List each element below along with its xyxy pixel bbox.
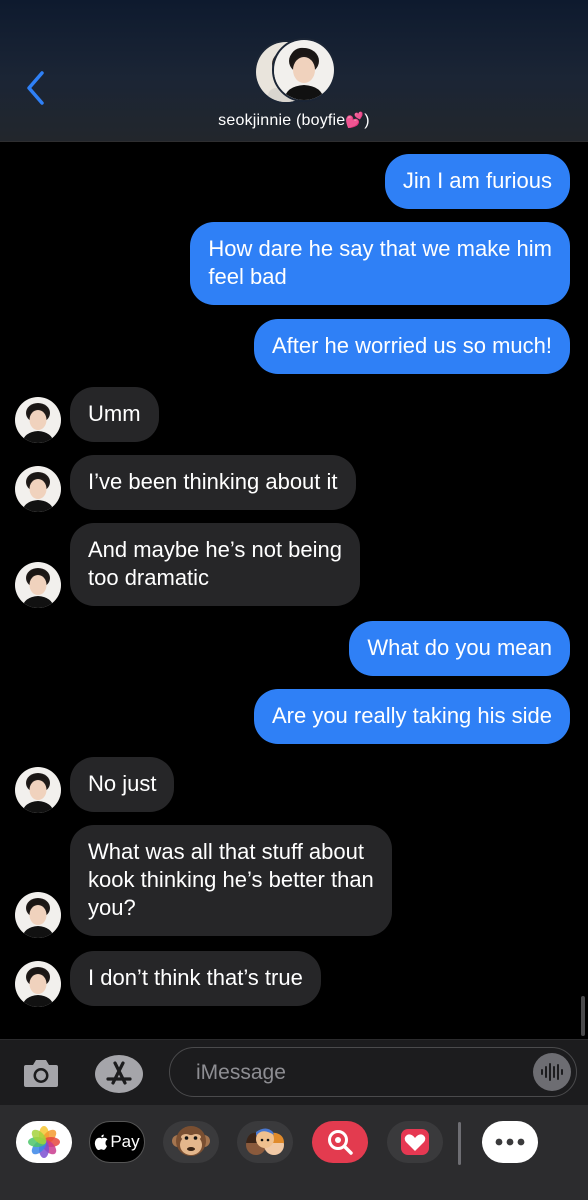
heart-emoji: 💕 [345,112,365,129]
memoji-button[interactable] [237,1121,293,1163]
message-bubble-sent[interactable]: How dare he say that we make him feel ba… [190,222,570,305]
monkey-animoji-button[interactable] [163,1121,219,1163]
contact-avatar [272,38,336,102]
audio-message-button[interactable] [533,1053,571,1091]
message-bubble-sent[interactable]: Are you really taking his side [253,689,570,744]
camera-icon [24,1060,58,1087]
contact-avatar-small[interactable] [15,562,61,608]
message-thread[interactable]: Jin I am furious How dare he say that we… [0,141,588,1039]
message-input-placeholder: iMessage [196,1061,286,1084]
photos-app-button[interactable] [16,1121,72,1163]
message-input[interactable]: iMessage [169,1047,577,1097]
message-bubble-sent[interactable]: After he worried us so much! [253,319,570,374]
message-bubble-received[interactable]: And maybe he’s not being too dramatic [70,523,360,606]
waveform-icon [541,1063,563,1081]
contact-name-suffix: ) [364,112,370,129]
contact-avatar-small[interactable] [15,397,61,443]
app-drawer-divider [458,1122,461,1165]
imessage-app-drawer: Pay [0,1105,588,1200]
contact-avatar-small[interactable] [15,466,61,512]
message-bubble-received[interactable]: Umm [70,387,159,442]
message-bubble-received[interactable]: No just [70,757,175,812]
monkey-animoji-icon [172,1126,210,1156]
message-bubble-received[interactable]: I don’t think that’s true [70,951,321,1006]
contact-avatar-small[interactable] [15,767,61,813]
contact-avatar-small[interactable] [15,892,61,938]
image-search-button[interactable] [312,1121,368,1163]
apple-pay-label: Pay [110,1132,140,1151]
chevron-left-icon [27,71,44,105]
message-bubble-received[interactable]: What was all that stuff about kook think… [70,825,392,936]
contact-name[interactable]: seokjinnie (boyfie💕) [0,111,588,130]
message-bubble-received[interactable]: I’ve been thinking about it [70,455,356,510]
contact-name-text: seokjinnie (boyfie [218,112,346,129]
photos-icon [28,1126,60,1158]
message-bubble-sent[interactable]: What do you mean [349,621,570,676]
image-search-icon [328,1130,353,1155]
more-apps-button[interactable] [482,1121,538,1163]
heart-sticker-icon [401,1129,429,1155]
message-bubble-sent[interactable]: Jin I am furious [384,154,570,209]
heart-sticker-button[interactable] [387,1121,443,1163]
more-icon [495,1138,525,1146]
contact-avatar-small[interactable] [15,961,61,1007]
app-store-icon [95,1055,143,1093]
app-store-button[interactable] [94,1054,144,1094]
apple-pay-app-button[interactable]: Pay [89,1121,145,1163]
conversation-header: seokjinnie (boyfie💕) [0,0,588,142]
contact-avatar-group[interactable] [254,38,336,104]
back-button[interactable] [20,68,50,108]
compose-bar: iMessage [0,1039,588,1106]
scrollbar[interactable] [581,996,585,1036]
memoji-icon [246,1128,284,1155]
apple-logo-icon [95,1134,108,1150]
camera-button[interactable] [22,1056,60,1090]
